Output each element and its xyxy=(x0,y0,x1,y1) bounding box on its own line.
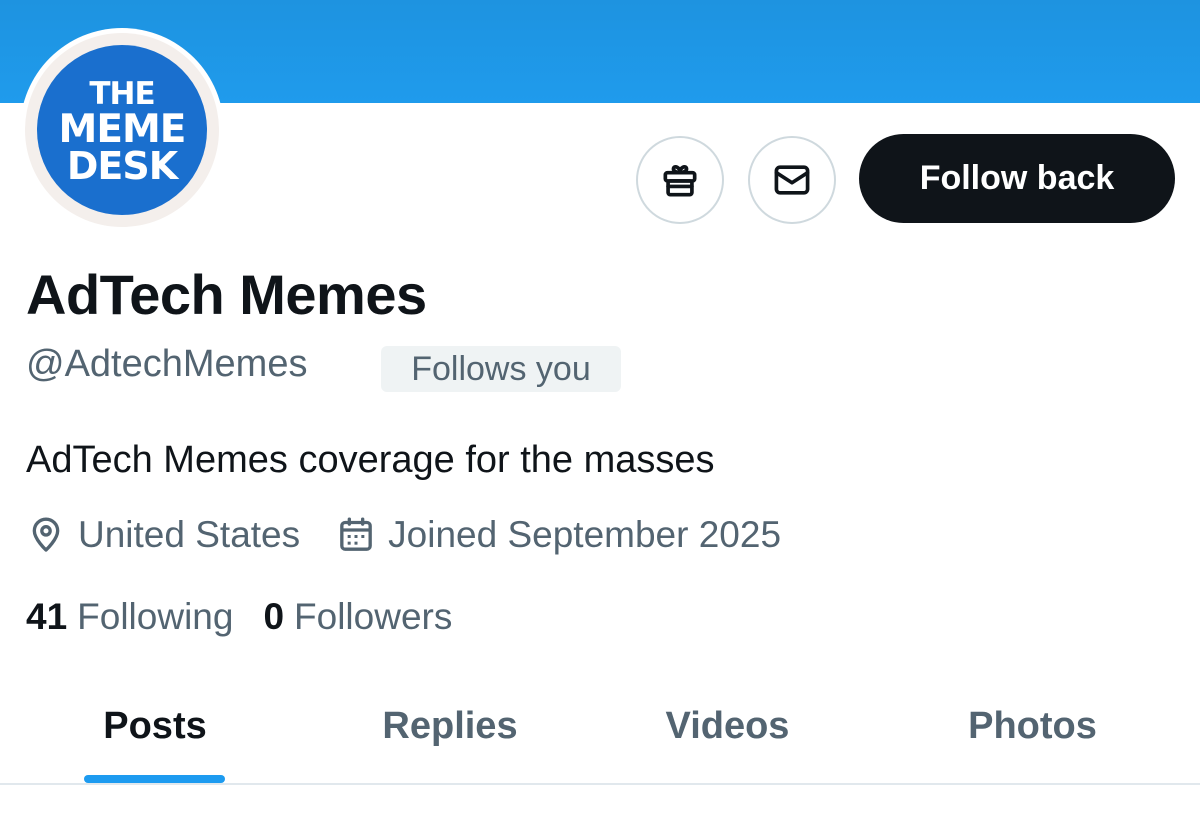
profile-tabs: Posts Replies Videos Photos xyxy=(0,670,1200,784)
tabs-divider xyxy=(0,783,1200,785)
tab-photos[interactable]: Photos xyxy=(865,670,1200,782)
location-item: United States xyxy=(26,514,300,556)
follow-stats: 41 Following 0 Followers xyxy=(26,594,452,640)
gift-icon xyxy=(663,165,697,197)
user-handle: @AdtechMemes xyxy=(26,343,308,385)
profile-page: THE MEME DESK Follow back AdTech Memes @… xyxy=(0,0,1200,822)
followers-stat-link[interactable]: 0 Followers xyxy=(263,596,452,638)
avatar-frame: THE MEME DESK xyxy=(25,33,219,227)
location-text: United States xyxy=(78,514,301,555)
joined-date-text: Joined September 2025 xyxy=(388,514,782,555)
calendar-icon xyxy=(340,517,372,551)
following-count: 41 xyxy=(26,596,68,637)
followers-label: Followers xyxy=(294,596,453,637)
profile-meta: United States Joined September 2025 xyxy=(26,512,781,558)
follow-back-button[interactable]: Follow back xyxy=(859,134,1175,223)
tab-replies[interactable]: Replies xyxy=(310,670,590,782)
logo-text-line-3: DESK xyxy=(66,144,178,188)
tab-posts[interactable]: Posts xyxy=(0,670,310,782)
message-button[interactable] xyxy=(748,136,836,224)
tab-videos[interactable]: Videos xyxy=(590,670,865,782)
follows-you-badge: Follows you xyxy=(381,346,621,392)
display-name: AdTech Memes xyxy=(26,263,427,326)
following-stat-link[interactable]: 41 Following xyxy=(26,596,233,638)
gift-button[interactable] xyxy=(636,136,724,224)
meme-desk-logo: THE MEME DESK xyxy=(37,45,207,215)
mail-icon xyxy=(774,165,810,195)
joined-item: Joined September 2025 xyxy=(336,514,781,556)
logo-text-line-2: MEME xyxy=(58,107,187,152)
active-tab-indicator xyxy=(84,775,225,783)
profile-avatar[interactable]: THE MEME DESK xyxy=(20,28,224,232)
profile-bio: AdTech Memes coverage for the masses xyxy=(26,439,715,481)
followers-count: 0 xyxy=(263,596,285,637)
location-pin-icon xyxy=(32,517,60,552)
following-label: Following xyxy=(77,596,234,637)
